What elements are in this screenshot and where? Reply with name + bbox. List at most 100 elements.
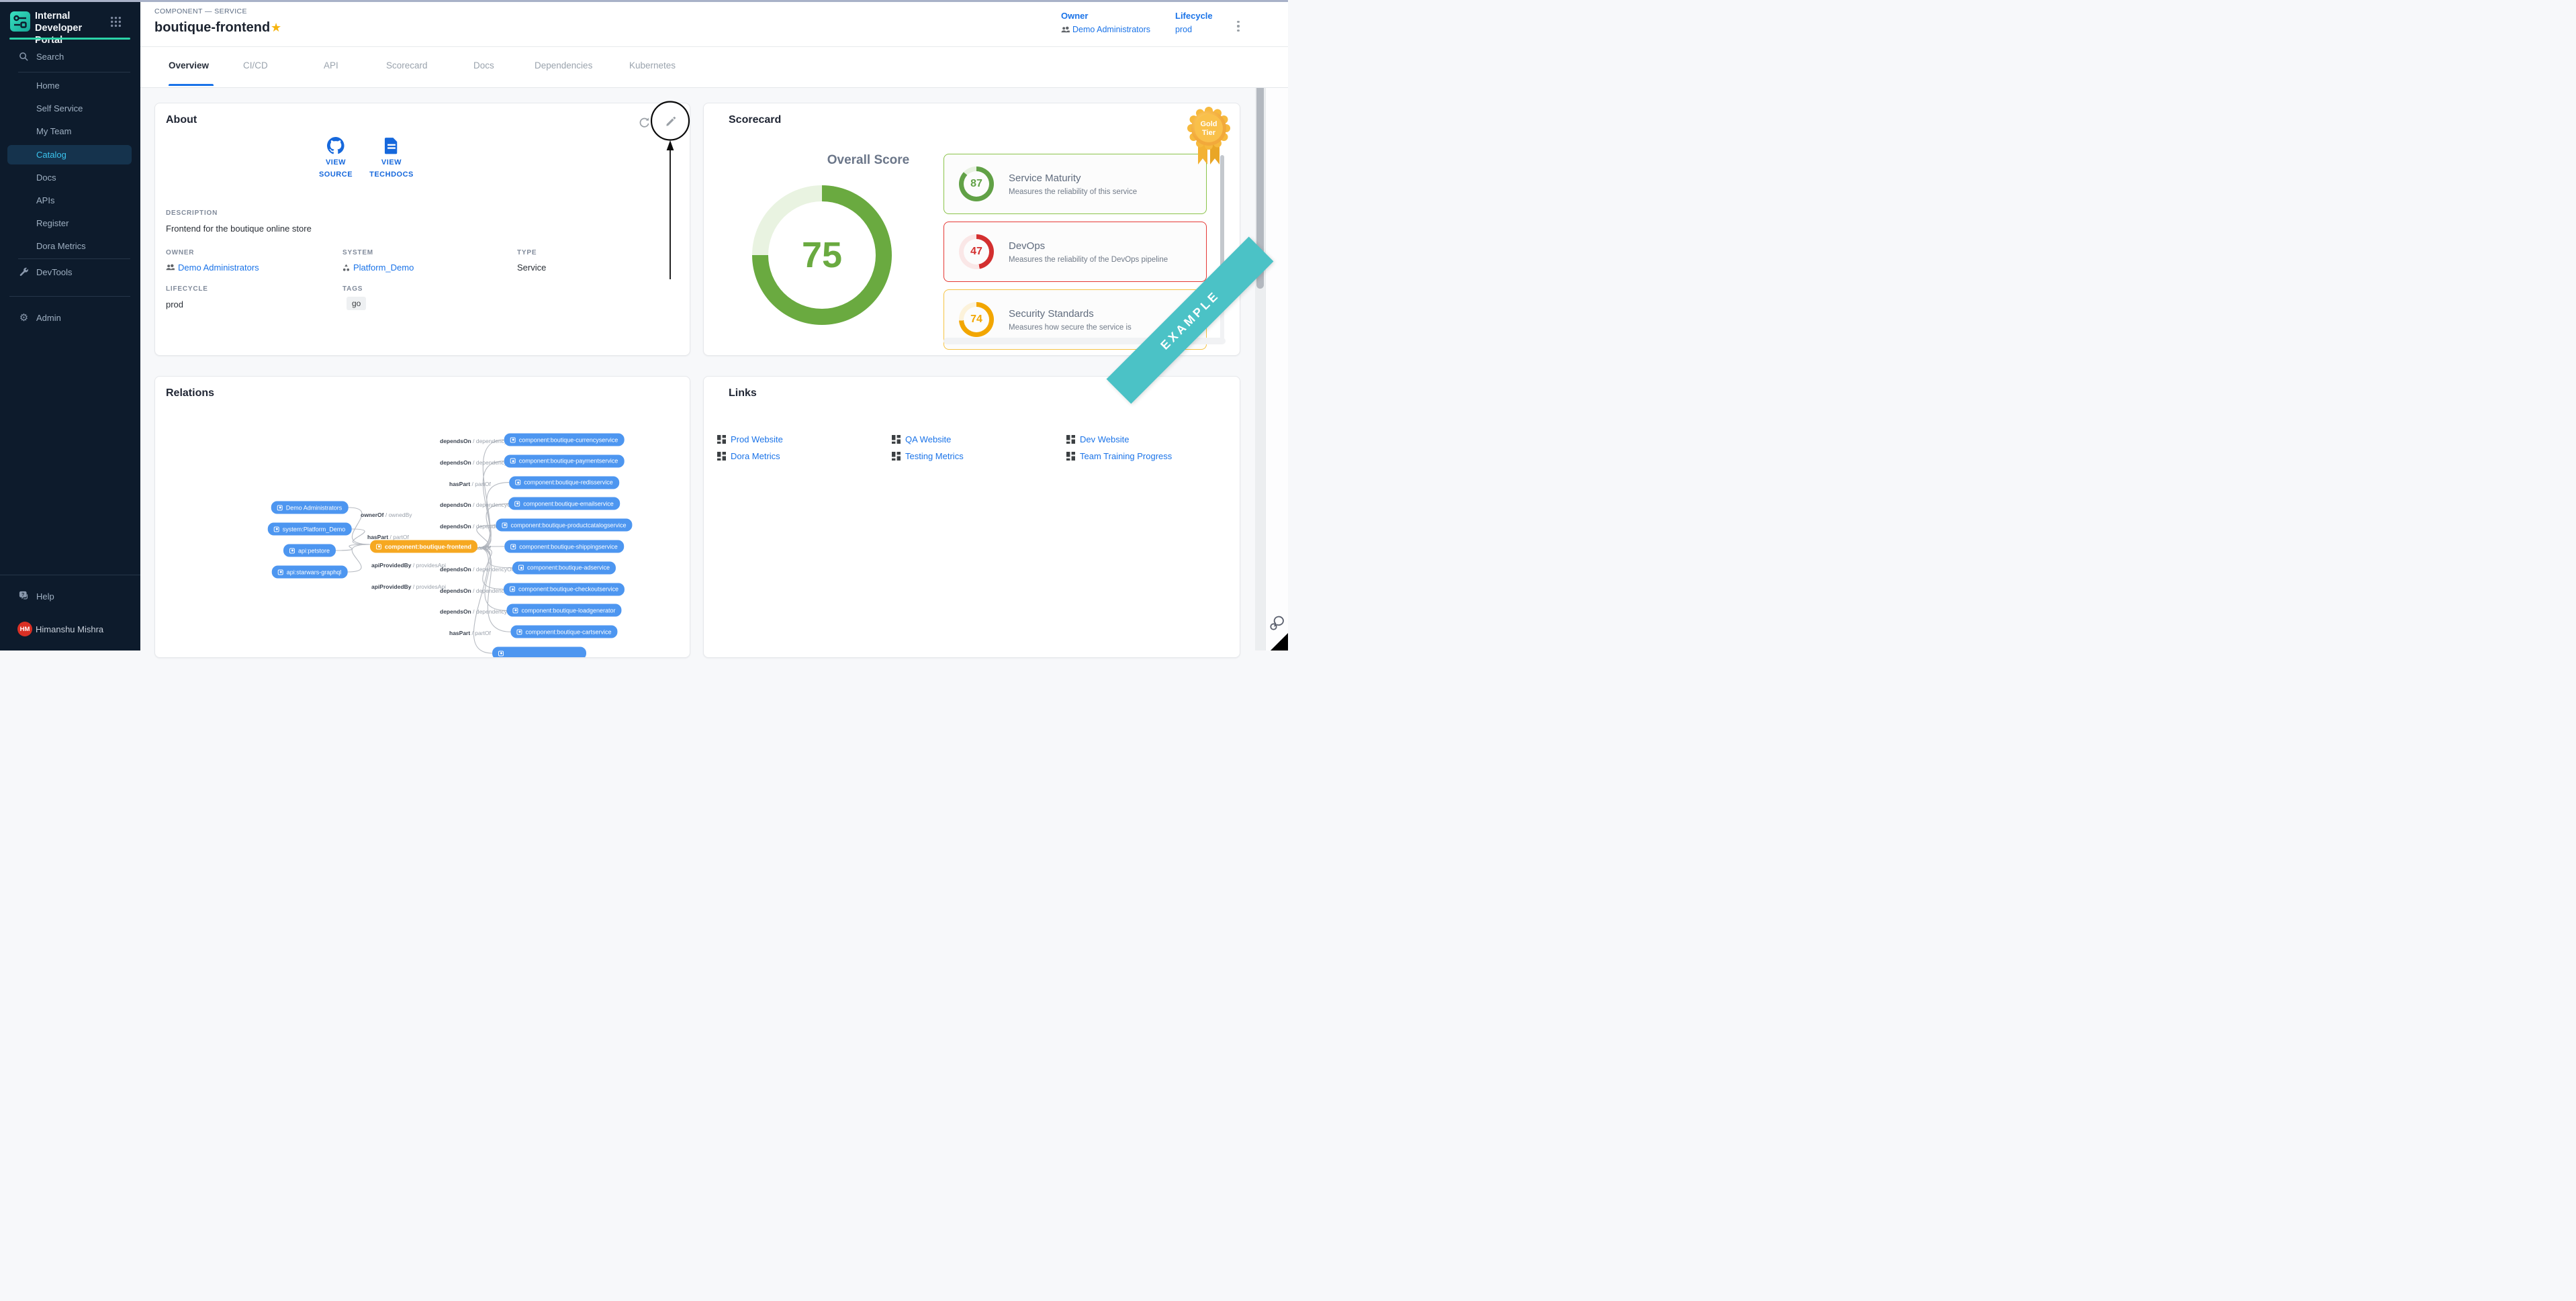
sidebar-item-home[interactable]: Home [0, 77, 140, 94]
owner-field-link[interactable]: Demo Administrators [166, 262, 259, 273]
graph-node-right[interactable]: component:boutique-adservice [512, 561, 616, 574]
owner-link[interactable]: Demo Administrators [1061, 25, 1150, 34]
sidebar-item-admin[interactable]: ⚙ Admin [0, 309, 140, 326]
graph-node-right[interactable]: component:boutique-currencyservice [504, 434, 625, 446]
graph-node-right[interactable]: component:boutique-productcatalogservice [496, 519, 632, 532]
entity-icon [514, 501, 520, 506]
dashboard-icon [1066, 452, 1075, 461]
link-dora-metrics[interactable]: Dora Metrics [717, 451, 780, 461]
graph-node-left[interactable]: api:starwars-graphql [272, 566, 348, 579]
tab-api[interactable]: API [324, 60, 338, 70]
system-icon [342, 264, 350, 272]
edit-pencil-icon[interactable] [663, 114, 678, 129]
type-field-label: TYPE [517, 249, 537, 256]
metric-gauge: 47 [959, 234, 994, 269]
dashboard-icon [717, 435, 726, 444]
graph-node-right[interactable]: component:boutique-redisservice [509, 476, 619, 489]
overall-score-value: 75 [752, 185, 892, 325]
apps-grid-icon[interactable] [110, 16, 122, 28]
lifecycle-value: prod [1175, 25, 1192, 34]
brand-divider [9, 38, 130, 40]
graph-node-right[interactable]: component:boutique-paymentservice [504, 454, 625, 467]
link-qa-website[interactable]: QA Website [892, 434, 951, 444]
dashboard-icon [1066, 435, 1075, 444]
graph-node-right[interactable]: component:boutique-checkoutservice [504, 583, 625, 595]
link-testing-metrics[interactable]: Testing Metrics [892, 451, 964, 461]
graph-node-right[interactable]: component:boutique-cartservice [510, 626, 617, 638]
view-source-button[interactable]: VIEWSOURCE [306, 137, 366, 181]
tag-chip[interactable]: go [347, 297, 366, 310]
portal-title: Internal Developer Portal [35, 10, 109, 46]
tags-field-label: TAGS [342, 285, 363, 293]
dashboard-icon [892, 435, 901, 444]
tab-kubernetes[interactable]: Kubernetes [629, 60, 676, 70]
corner-annotation [1271, 633, 1288, 650]
tab-dependencies[interactable]: Dependencies [535, 60, 592, 70]
kebab-menu-icon[interactable] [1234, 17, 1243, 35]
tab-cicd[interactable]: CI/CD [243, 60, 268, 70]
metric-card-devops[interactable]: 47 DevOps Measures the reliability of th… [944, 222, 1207, 282]
edge-label: hasPart / partOf [449, 481, 491, 487]
owner-label: Owner [1061, 11, 1150, 21]
dashboard-icon [892, 452, 901, 461]
scorecard-card: Scorecard Overall Score 75 87 Service Ma… [703, 103, 1240, 356]
graph-node-partial[interactable] [492, 647, 586, 659]
sidebar-item-register[interactable]: Register [0, 214, 140, 232]
techdocs-icon [384, 137, 399, 154]
search-icon [18, 51, 30, 62]
description-label: DESCRIPTION [166, 209, 218, 217]
entity-icon [278, 569, 283, 575]
tab-overview[interactable]: Overview [169, 60, 209, 70]
user-name[interactable]: Himanshu Mishra [36, 624, 103, 634]
svg-text:Gold: Gold [1200, 120, 1217, 128]
sidebar-item-docs[interactable]: Docs [0, 168, 140, 186]
sidebar-item-catalog[interactable]: Catalog [0, 146, 140, 163]
tab-docs[interactable]: Docs [473, 60, 494, 70]
user-avatar[interactable]: HM [17, 622, 32, 636]
sidebar-search[interactable]: Search [0, 48, 140, 65]
graph-node-left[interactable]: system:Platform_Demo [268, 523, 352, 536]
favorite-star-icon[interactable]: ★ [271, 21, 281, 34]
entity-icon [518, 565, 524, 571]
edge-label: dependsOn / dependencyOf [440, 566, 513, 573]
sidebar-item-apis[interactable]: APIs [0, 191, 140, 209]
links-card: Links Prod Website QA Website Dev Websit… [703, 376, 1240, 658]
sidebar-item-my-team[interactable]: My Team [0, 122, 140, 140]
overall-score-label: Overall Score [794, 153, 942, 168]
link-dev-website[interactable]: Dev Website [1066, 434, 1129, 444]
tab-scorecard[interactable]: Scorecard [386, 60, 428, 70]
svg-text:Tier: Tier [1202, 129, 1216, 137]
metrics-scrollbar-thumb[interactable] [1220, 155, 1224, 271]
metric-card-service-maturity[interactable]: 87 Service Maturity Measures the reliabi… [944, 154, 1207, 214]
about-card: About VIEWSOURCE VIEWTECHDOCS DESCRIPTIO… [154, 103, 690, 356]
system-field-link[interactable]: Platform_Demo [342, 262, 414, 273]
sidebar-item-dora-metrics[interactable]: Dora Metrics [0, 237, 140, 254]
link-team-training-progress[interactable]: Team Training Progress [1066, 451, 1172, 461]
view-techdocs-button[interactable]: VIEWTECHDOCS [361, 137, 422, 181]
graph-node-left[interactable]: Demo Administrators [271, 501, 349, 514]
graph-node-center[interactable]: component:boutique-frontend [370, 540, 477, 553]
sidebar-search-label: Search [36, 52, 64, 62]
graph-node-right[interactable]: component:boutique-loadgenerator [506, 604, 621, 617]
page-title: boutique-frontend [154, 20, 270, 36]
links-title: Links [729, 387, 757, 399]
sidebar-item-devtools[interactable]: DevTools [0, 263, 140, 281]
header-lifecycle: Lifecycle prod [1175, 11, 1213, 34]
active-tab-underline [169, 84, 214, 86]
refresh-icon[interactable] [637, 115, 651, 130]
entity-icon [376, 544, 381, 549]
sidebar-item-self-service[interactable]: Self Service [0, 99, 140, 117]
scorecard-title: Scorecard [729, 114, 781, 126]
entity-icon [274, 526, 279, 532]
graph-node-right[interactable]: component:boutique-emailservice [508, 497, 620, 510]
entity-icon [510, 544, 516, 549]
chat-bubbles-icon[interactable] [1269, 614, 1287, 632]
edge-label: dependsOn / dependencyOf [440, 608, 513, 615]
sidebar: Internal Developer Portal Search Home Se… [0, 0, 140, 650]
metric-description: Measures how secure the service is [1009, 324, 1132, 332]
system-field-label: SYSTEM [342, 249, 373, 256]
graph-node-right[interactable]: component:boutique-shippingservice [504, 540, 624, 553]
sidebar-item-help[interactable]: ? Help [0, 587, 140, 605]
link-prod-website[interactable]: Prod Website [717, 434, 783, 444]
graph-node-left[interactable]: api:petstore [283, 544, 336, 557]
